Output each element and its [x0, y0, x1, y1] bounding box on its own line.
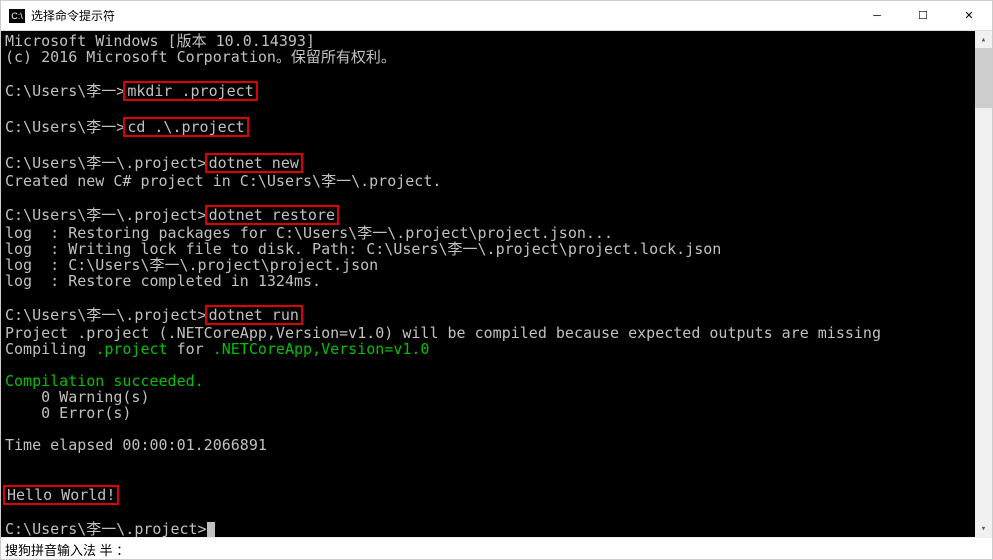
output-line: 0 Error(s) [5, 405, 975, 421]
scroll-up-arrow[interactable]: ▴ [975, 31, 992, 48]
highlighted-command: mkdir .project [123, 81, 257, 101]
prompt-line: C:\Users\李一\.project>dotnet restore [5, 205, 975, 225]
prompt-line: C:\Users\李一\.project>dotnet new [5, 153, 975, 173]
output-line: Project .project (.NETCoreApp,Version=v1… [5, 325, 975, 341]
output-line: Time elapsed 00:00:01.2066891 [5, 437, 975, 453]
highlighted-command: cd .\.project [123, 117, 248, 137]
close-button[interactable]: ✕ [946, 1, 992, 31]
titlebar[interactable]: C:\ 选择命令提示符 ─ ☐ ✕ [1, 1, 992, 31]
output-line: log : Restoring packages for C:\Users\李一… [5, 225, 975, 241]
terminal-output[interactable]: Microsoft Windows [版本 10.0.14393](c) 201… [1, 31, 975, 537]
success-line: Compilation succeeded. [5, 373, 975, 389]
output-line: Microsoft Windows [版本 10.0.14393] [5, 33, 975, 49]
output-line: Created new C# project in C:\Users\李一\.p… [5, 173, 975, 189]
prompt-line: C:\Users\李一\.project>dotnet run [5, 305, 975, 325]
highlighted-output: Hello World! [3, 485, 119, 505]
highlighted-command: dotnet run [205, 305, 303, 325]
output-line: 0 Warning(s) [5, 389, 975, 405]
cursor [207, 522, 215, 537]
vertical-scrollbar[interactable]: ▴ ▾ [975, 31, 992, 537]
highlighted-command: dotnet new [205, 153, 303, 173]
prompt-line: C:\Users\李一>mkdir .project [5, 81, 975, 101]
prompt-line: C:\Users\李一\.project> [5, 521, 975, 537]
ime-status-bar: 搜狗拼音输入法 半 ： [1, 537, 992, 559]
maximize-button[interactable]: ☐ [900, 1, 946, 31]
output-line: log : C:\Users\李一\.project\project.json [5, 257, 975, 273]
window-title: 选择命令提示符 [31, 7, 854, 24]
prompt-line: C:\Users\李一>cd .\.project [5, 117, 975, 137]
output-line: log : Writing lock file to disk. Path: C… [5, 241, 975, 257]
output-line: Compiling .project for .NETCoreApp,Versi… [5, 341, 975, 357]
window-controls: ─ ☐ ✕ [854, 1, 992, 31]
app-icon: C:\ [9, 9, 25, 23]
terminal-container: Microsoft Windows [版本 10.0.14393](c) 201… [1, 31, 992, 537]
scroll-down-arrow[interactable]: ▾ [975, 520, 992, 537]
output-line: (c) 2016 Microsoft Corporation。保留所有权利。 [5, 49, 975, 65]
output-line: log : Restore completed in 1324ms. [5, 273, 975, 289]
highlighted-command: dotnet restore [205, 205, 339, 225]
window-frame: C:\ 选择命令提示符 ─ ☐ ✕ Microsoft Windows [版本 … [0, 0, 993, 560]
output-line: Hello World! [5, 485, 975, 505]
scroll-thumb[interactable] [975, 48, 992, 108]
minimize-button[interactable]: ─ [854, 1, 900, 31]
